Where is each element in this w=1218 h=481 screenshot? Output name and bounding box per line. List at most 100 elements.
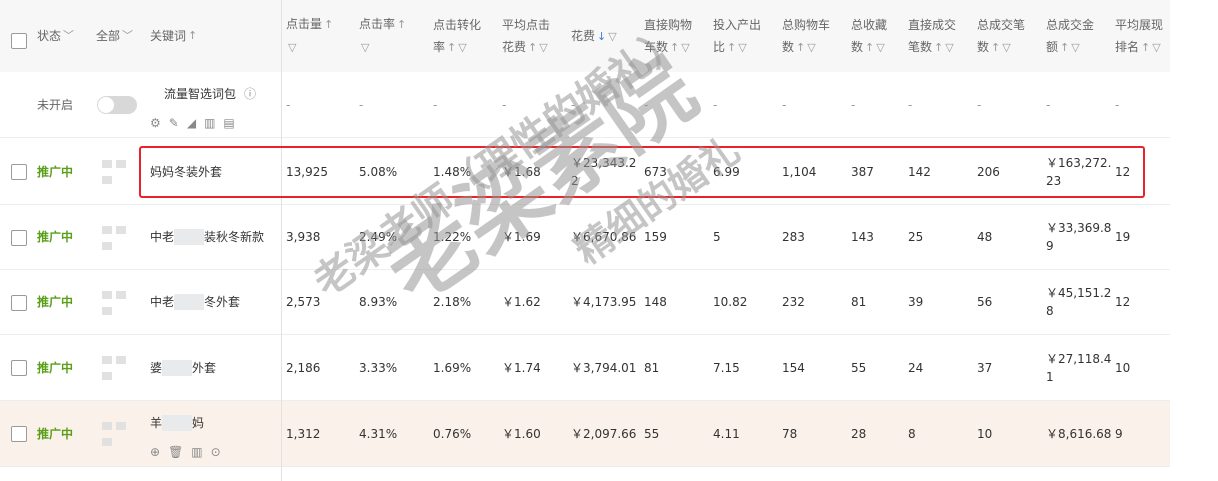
metric-cell: 10 xyxy=(977,426,993,441)
header-total-orders[interactable]: 总成交笔数 ↑ ▽ xyxy=(977,0,1045,72)
row-checkbox[interactable] xyxy=(11,294,27,311)
row-checkbox[interactable] xyxy=(11,360,27,376)
sort-desc-icon[interactable]: ↓ xyxy=(597,30,606,43)
metric-cell: 5 xyxy=(713,230,721,244)
sort-icon[interactable]: ↑ xyxy=(991,41,1000,54)
all-filter[interactable]: 全部 ﹀ xyxy=(96,0,133,72)
metric-cell: 1,104 xyxy=(782,164,817,179)
sort-icon[interactable]: ↑ xyxy=(865,41,874,54)
select-all-checkbox[interactable] xyxy=(11,33,27,49)
pack-toggle[interactable] xyxy=(97,96,137,114)
header-cost[interactable]: 花费 ↓ ▽ xyxy=(571,0,639,72)
metric-cell: ￥1.68 xyxy=(502,164,541,179)
header-avg-rank[interactable]: 平均展现 排名 ↑ ▽ xyxy=(1115,0,1170,72)
metric-cell: 3,938 xyxy=(286,230,321,244)
smart-keyword-pack-row: 未开启 流量智选词包 ⓘ ⚙ ✎ ◢ ▥ ▤ - - - - - - - - -… xyxy=(0,72,1170,138)
trash-icon[interactable]: 🗑 xyxy=(168,445,183,459)
sort-icon[interactable]: ↑ xyxy=(188,25,197,47)
sort-icon[interactable]: ↑ xyxy=(796,41,805,54)
header-direct-orders[interactable]: 直接成交 笔数 ↑ ▽ xyxy=(908,0,976,72)
dash: - xyxy=(502,97,507,112)
gear-icon[interactable]: ⚙ xyxy=(150,116,161,130)
filter-icon[interactable]: ▽ xyxy=(1071,41,1079,54)
row-status: 推广中 xyxy=(37,426,74,441)
filter-icon[interactable]: ▽ xyxy=(945,41,953,54)
blurred-text xyxy=(162,359,193,376)
status-filter[interactable]: 状态 ﹀ xyxy=(37,0,74,72)
dash: - xyxy=(713,97,718,112)
header-total-cart[interactable]: 总购物车数 ↑ ▽ xyxy=(782,0,850,72)
metric-cell: 0.76% xyxy=(433,426,472,441)
metric-cell: ￥1.62 xyxy=(502,295,541,309)
filter-icon[interactable]: ▽ xyxy=(361,41,369,54)
filter-icon[interactable]: ▽ xyxy=(1152,41,1160,54)
product-thumbnail xyxy=(102,356,126,380)
product-thumbnail xyxy=(102,290,126,315)
frozen-column-divider xyxy=(281,0,282,481)
metric-cell: 78 xyxy=(782,426,798,441)
metric-cell: 8 xyxy=(908,426,916,441)
filter-icon[interactable]: ▽ xyxy=(608,30,616,43)
wrench-icon[interactable]: ✎ xyxy=(169,116,179,130)
dash: - xyxy=(977,97,982,112)
header-total-favorites[interactable]: 总收藏数 ↑ ▽ xyxy=(851,0,909,72)
filter-icon[interactable]: ▽ xyxy=(539,41,547,54)
sort-icon[interactable]: ↑ xyxy=(528,41,537,54)
filter-icon[interactable]: ▽ xyxy=(876,41,884,54)
sort-icon[interactable]: ↑ xyxy=(670,41,679,54)
keyword-report-table: 状态 ﹀ 全部 ﹀ 关键词 ↑ 点击量 ↑ ▽ 点击率 ↑ ▽ 点击转化率 ↑ ▽ 平均点击 花费 ↑… xyxy=(0,0,1170,481)
blurred-text xyxy=(162,414,193,431)
metric-cell: ￥1.60 xyxy=(502,426,541,441)
row-status: 推广中 xyxy=(37,360,74,375)
bar-chart-icon[interactable]: ▥ xyxy=(191,445,202,459)
header-roi[interactable]: 投入产出比 ↑ ▽ xyxy=(713,0,781,72)
filter-icon[interactable]: ▽ xyxy=(807,41,815,54)
sort-icon[interactable]: ↑ xyxy=(397,18,406,31)
sort-icon[interactable]: ↑ xyxy=(727,41,736,54)
metric-cell: 148 xyxy=(644,295,667,309)
header-cpc[interactable]: 平均点击 花费 ↑ ▽ xyxy=(502,0,570,72)
help-icon[interactable]: ⓘ xyxy=(244,85,256,103)
sort-icon[interactable]: ↑ xyxy=(934,41,943,54)
chevron-down-icon: ﹀ xyxy=(63,29,75,42)
filter-icon[interactable]: ▽ xyxy=(458,41,466,54)
dash: - xyxy=(1046,97,1051,112)
bar-chart-icon[interactable]: ▥ xyxy=(204,116,215,130)
metric-cell: ￥8,616.68 xyxy=(1046,426,1112,441)
keyword-text[interactable]: 妈妈冬装外套 xyxy=(150,139,222,204)
row-checkbox[interactable] xyxy=(11,426,27,442)
filter-icon[interactable]: ▽ xyxy=(1002,41,1010,54)
sort-icon[interactable]: ↑ xyxy=(324,18,333,31)
keyword-text[interactable]: 中老 装秋冬新款 xyxy=(150,205,264,269)
dash: - xyxy=(851,97,856,112)
target-icon[interactable]: ⊕ xyxy=(150,445,160,459)
row-checkbox[interactable] xyxy=(11,229,27,246)
filter-icon[interactable]: ▽ xyxy=(681,41,689,54)
keyword-text[interactable]: 中老 冬外套 xyxy=(150,270,240,334)
signal-icon[interactable]: ◢ xyxy=(187,116,196,130)
sort-icon[interactable]: ↑ xyxy=(447,41,456,54)
metric-cell: 2,186 xyxy=(286,360,321,375)
blurred-text xyxy=(174,294,205,310)
metric-cell: 55 xyxy=(644,426,660,441)
header-clicks[interactable]: 点击量 ↑ ▽ xyxy=(286,0,354,72)
filter-icon[interactable]: ▽ xyxy=(738,41,746,54)
header-total-gmv[interactable]: 总成交金额 ↑ ▽ xyxy=(1046,0,1114,72)
pack-status: 未开启 xyxy=(37,97,74,112)
sort-icon[interactable]: ↑ xyxy=(1141,41,1150,54)
chevron-down-icon: ﹀ xyxy=(122,29,134,42)
metric-cell: 142 xyxy=(908,164,931,179)
row-checkbox[interactable] xyxy=(11,164,27,180)
metric-cell: 48 xyxy=(977,230,993,244)
sort-icon[interactable]: ↑ xyxy=(1060,41,1069,54)
metric-cell: 25 xyxy=(908,230,924,244)
clipboard-icon[interactable]: ▤ xyxy=(223,116,234,130)
header-ctr[interactable]: 点击率 ↑ ▽ xyxy=(359,0,427,72)
header-direct-cart[interactable]: 直接购物 车数 ↑ ▽ xyxy=(644,0,712,72)
metric-cell: 3.33% xyxy=(359,360,398,375)
header-cvr[interactable]: 点击转化率 ↑ ▽ xyxy=(433,0,501,72)
more-icon[interactable]: ⊙ xyxy=(211,445,221,459)
metric-cell: 5.08% xyxy=(359,164,398,179)
metric-cell: 24 xyxy=(908,360,924,375)
filter-icon[interactable]: ▽ xyxy=(288,41,296,54)
